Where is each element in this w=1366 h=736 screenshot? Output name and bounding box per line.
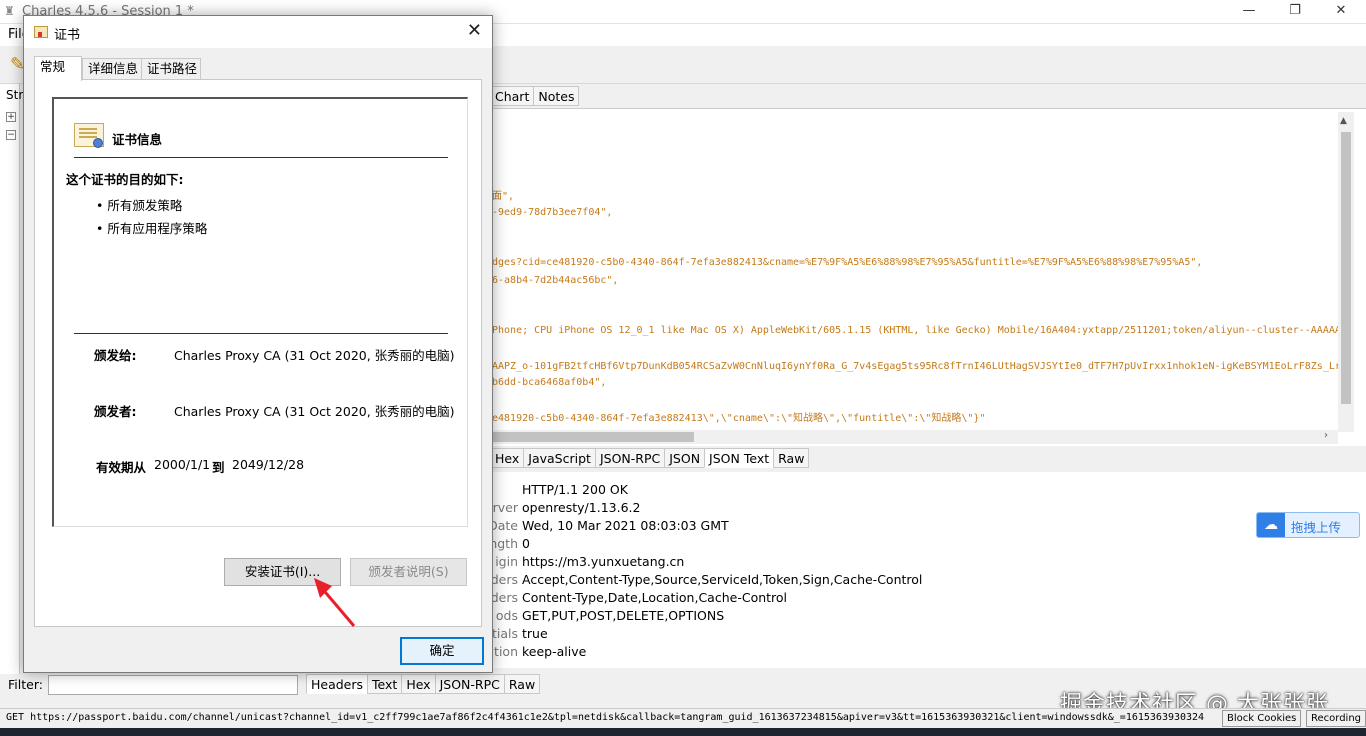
scroll-thumb[interactable] <box>488 432 694 442</box>
valid-to-label: 到 <box>212 460 225 475</box>
code-line: 面", <box>492 191 515 202</box>
scroll-right-icon[interactable]: › <box>1324 430 1328 441</box>
table-row: ders Content-Type,Date,Location,Cache-Con… <box>490 590 788 605</box>
purpose-title: 这个证书的目的如下: <box>66 172 184 187</box>
drag-upload-button[interactable]: ☁ 拖拽上传 <box>1256 512 1360 538</box>
request-tab-strip: Headers Text Hex JSON-RPC Raw <box>306 674 541 696</box>
certificate-icon <box>74 123 104 148</box>
expand-icon[interactable]: + <box>6 112 16 122</box>
close-icon[interactable]: ✕ <box>467 20 482 41</box>
table-row: tials true <box>491 626 548 641</box>
tab-headers[interactable]: Headers <box>306 674 369 694</box>
cloud-icon: ☁ <box>1257 513 1285 537</box>
tab-general[interactable]: 常规 <box>34 56 82 81</box>
issued-to-label: 颁发给: <box>94 348 137 363</box>
tab-chart[interactable]: Chart <box>490 86 535 106</box>
filter-label: Filter: <box>8 677 43 692</box>
dialog-title: 证书 <box>54 28 81 43</box>
dialog-titlebar: 证书 ✕ <box>24 16 492 48</box>
table-row: ods GET,PUT,POST,DELETE,OPTIONS <box>495 608 725 623</box>
table-row: ngth 0 <box>489 536 530 551</box>
status-bar: GET https://passport.baidu.com/channel/u… <box>0 708 1366 728</box>
code-line: b6dd-bca6468af0b4", <box>492 377 607 388</box>
recording-button[interactable]: Recording <box>1306 710 1366 727</box>
taskbar <box>0 728 1366 736</box>
headers-table: HTTP/1.1 200 OK rver openresty/1.13.6.2 D… <box>486 472 1366 668</box>
tab-notes[interactable]: Notes <box>533 86 580 106</box>
code-line: AAPZ_o-101gFB2tfcHBf6Vtp7DunKdB054RCSaZv… <box>492 361 1341 372</box>
filter-bar: Filter: <box>0 674 300 698</box>
tab-structure[interactable]: Str <box>6 88 23 102</box>
cert-info-heading: 证书信息 <box>112 132 163 147</box>
tab-raw[interactable]: Raw <box>503 674 541 694</box>
response-tab-strip: Chart Notes <box>490 86 580 106</box>
tab-text[interactable]: Text <box>367 674 403 694</box>
charles-app-icon: ♜ <box>4 4 15 18</box>
certificate-dialog: 证书 ✕ 常规 详细信息 证书路径 证书信息 这个证书的目的如下: • 所有颁发… <box>23 15 493 673</box>
table-row: rver openresty/1.13.6.2 <box>492 500 641 515</box>
code-line: -9ed9-78d7b3ee7f04", <box>492 207 613 218</box>
issued-by-value: Charles Proxy CA (31 Oct 2020, 张秀丽的电脑) <box>174 404 455 419</box>
vertical-scrollbar[interactable]: ▲ <box>1338 112 1354 432</box>
issued-to-value: Charles Proxy CA (31 Oct 2020, 张秀丽的电脑) <box>174 348 455 363</box>
certificate-icon <box>34 26 48 38</box>
collapse-icon[interactable]: − <box>6 130 16 140</box>
maximize-icon[interactable]: ❐ <box>1272 0 1318 24</box>
close-icon[interactable]: ✕ <box>1318 0 1364 24</box>
valid-from-value: 2000/1/1 <box>154 457 211 472</box>
certificate-info-box: 证书信息 这个证书的目的如下: • 所有颁发策略 • 所有应用程序策略 颁发给:… <box>52 97 468 527</box>
tab-hex[interactable]: Hex <box>490 448 525 468</box>
code-line: dges?cid=ce481920-c5b0-4340-864f-7efa3e8… <box>492 257 1203 268</box>
status-text: GET https://passport.baidu.com/channel/u… <box>6 712 1205 723</box>
tab-javascript[interactable]: JavaScript <box>523 448 596 468</box>
issued-by-label: 颁发者: <box>94 404 137 419</box>
tab-json-rpc[interactable]: JSON-RPC <box>594 448 666 468</box>
list-item: • 所有颁发策略 <box>96 198 183 213</box>
code-line: e481920-c5b0-4340-864f-7efa3e882413\",\"… <box>492 413 986 424</box>
json-text-view[interactable]: 面", -9ed9-78d7b3ee7f04", dges?cid=ce4819… <box>486 108 1366 446</box>
tab-hex[interactable]: Hex <box>401 674 436 694</box>
scroll-up-icon[interactable]: ▲ <box>1340 116 1347 126</box>
red-arrow-annotation <box>314 578 356 627</box>
table-row: igin https://m3.yunxuetang.cn <box>495 554 685 569</box>
tab-json-text[interactable]: JSON Text <box>704 448 775 468</box>
structure-pane: Str + − <box>0 84 23 674</box>
minimize-icon[interactable]: — <box>1226 0 1272 24</box>
divider <box>74 157 448 158</box>
table-row: HTTP/1.1 200 OK <box>522 482 628 497</box>
issuer-statement-button[interactable]: 颁发者说明(S) <box>350 558 467 586</box>
tab-cert-path[interactable]: 证书路径 <box>141 58 201 80</box>
horizontal-scrollbar[interactable]: › <box>486 430 1338 444</box>
table-row: tion keep-alive <box>494 644 587 659</box>
table-row: ders Accept,Content-Type,Source,ServiceId… <box>490 572 923 587</box>
filter-input[interactable] <box>48 675 298 695</box>
list-item: • 所有应用程序策略 <box>96 221 208 236</box>
block-cookies-button[interactable]: Block Cookies <box>1222 710 1302 727</box>
body-tab-strip: Hex JavaScript JSON-RPC JSON JSON Text Raw <box>490 448 810 470</box>
tab-raw[interactable]: Raw <box>773 448 810 468</box>
tab-details[interactable]: 详细信息 <box>82 58 142 80</box>
valid-from-label: 有效期从 <box>96 460 147 475</box>
tab-json-rpc[interactable]: JSON-RPC <box>434 674 505 694</box>
valid-to-value: 2049/12/28 <box>232 457 305 472</box>
code-line: 6-a8b4-7d2b44ac56bc", <box>492 275 619 286</box>
code-line: Phone; CPU iPhone OS 12_0_1 like Mac OS … <box>492 325 1341 336</box>
divider <box>74 333 448 334</box>
ok-button[interactable]: 确定 <box>400 637 484 665</box>
scroll-thumb[interactable] <box>1341 132 1351 404</box>
tab-json[interactable]: JSON <box>664 448 706 468</box>
table-row: Date Wed, 10 Mar 2021 08:03:03 GMT <box>488 518 729 533</box>
dialog-panel: 证书信息 这个证书的目的如下: • 所有颁发策略 • 所有应用程序策略 颁发给:… <box>34 79 482 627</box>
